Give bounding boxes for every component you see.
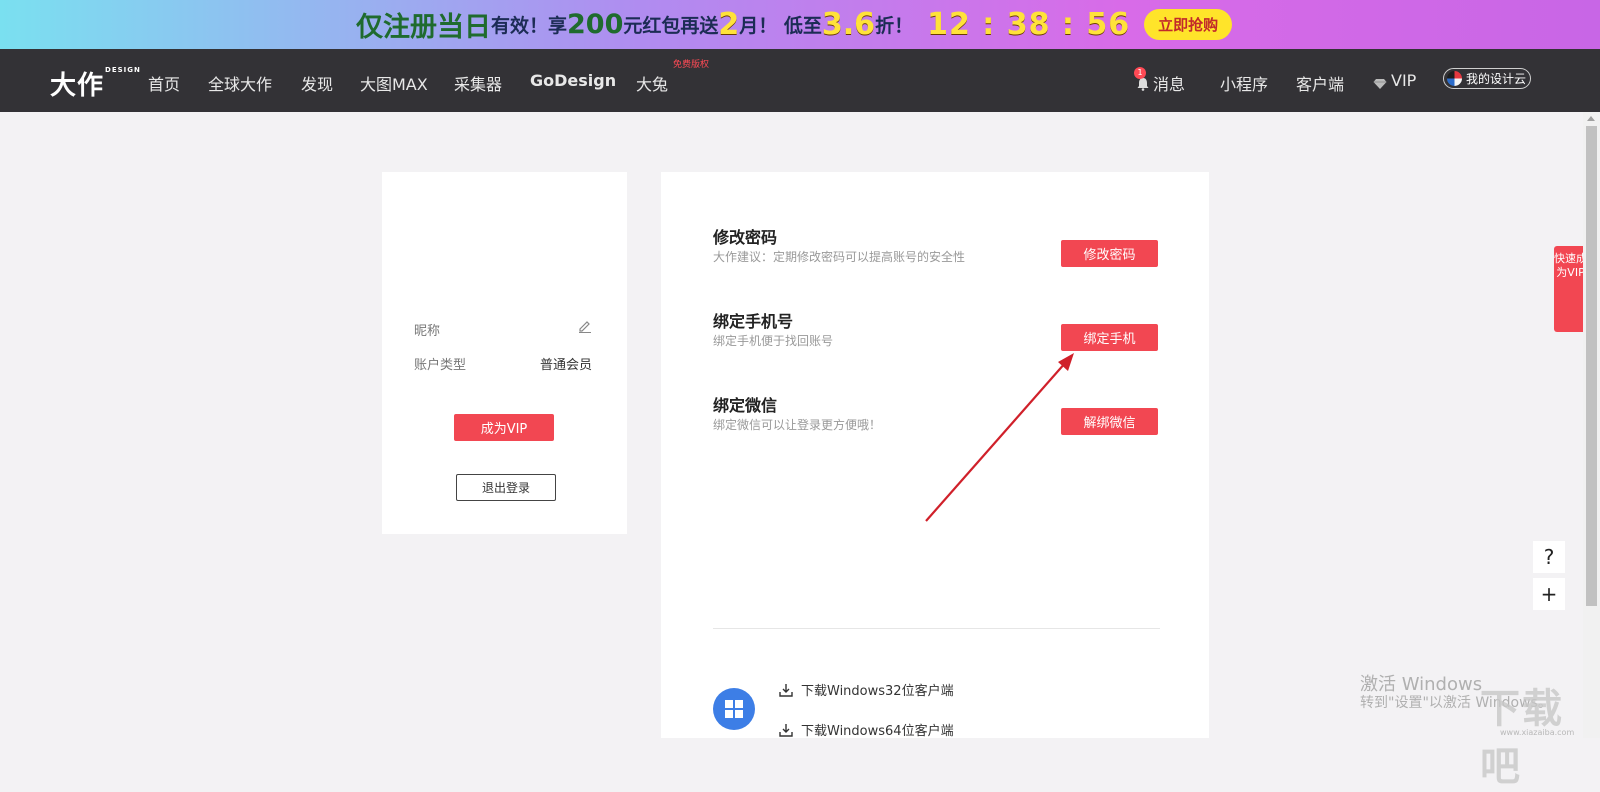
- free-copyright-tag: 免费版权: [672, 60, 709, 70]
- pencil-icon[interactable]: [578, 318, 592, 333]
- cloud-avatar-icon: [1447, 71, 1462, 86]
- nav-godesign[interactable]: GoDesign: [530, 71, 616, 90]
- download-icon: [779, 683, 793, 697]
- promo-part: 有效！享: [491, 14, 568, 37]
- download-win32-link[interactable]: 下载Windows32位客户端: [779, 680, 954, 699]
- promo-part: 月！ 低至: [739, 14, 822, 37]
- divider: [713, 628, 1160, 629]
- scroll-thumb[interactable]: [1586, 126, 1597, 606]
- scroll-up-icon[interactable]: [1587, 116, 1595, 121]
- site-watermark-url: www.xiazaiba.com: [1500, 728, 1575, 737]
- promo-part: 折！: [875, 14, 914, 37]
- countdown-timer: 12 : 38 : 56: [927, 6, 1131, 42]
- settings-card: 修改密码 大作建议：定期修改密码可以提高账号的安全性 修改密码 绑定手机号 绑定…: [661, 172, 1209, 739]
- logo-sup: DESIGN: [105, 66, 141, 75]
- promo-part: 元红包再送: [623, 14, 719, 37]
- unbind-wechat-button[interactable]: 解绑微信: [1061, 408, 1158, 435]
- nickname-label: 昵称: [414, 324, 441, 339]
- site-logo[interactable]: 大作DESIGN: [50, 65, 141, 102]
- bind-wechat-desc: 绑定微信可以让登录更方便哦！: [713, 418, 882, 432]
- nav-miniprogram[interactable]: 小程序: [1220, 71, 1268, 95]
- nav-bigmax[interactable]: 大图MAX: [360, 71, 428, 95]
- help-button[interactable]: ?: [1533, 541, 1565, 573]
- nav-global-works[interactable]: 全球大作: [208, 71, 272, 95]
- vip-label: VIP: [1391, 71, 1417, 90]
- change-password-button[interactable]: 修改密码: [1061, 240, 1158, 267]
- windows-icon: [713, 688, 755, 730]
- promo-part: 2: [718, 6, 740, 42]
- diamond-icon: [1373, 75, 1387, 89]
- logout-button[interactable]: 退出登录: [456, 474, 556, 501]
- promo-part: 3.6: [821, 6, 876, 42]
- promo-text: 仅注册当日 有效！享 200 元红包再送 2 月！ 低至 3.6 折！ 12 :…: [356, 4, 1233, 44]
- page-scrollbar[interactable]: [1583, 112, 1600, 738]
- nav-home[interactable]: 首页: [148, 71, 180, 95]
- nav-datu[interactable]: 大兔: [636, 71, 668, 95]
- bind-phone-desc: 绑定手机便于找回账号: [713, 334, 834, 348]
- change-password-title: 修改密码: [713, 228, 778, 247]
- top-navbar: 大作DESIGN 首页 全球大作 发现 大图MAX 采集器 GoDesign 大…: [0, 49, 1600, 112]
- logo-text: 大作: [50, 71, 105, 101]
- account-type-label: 账户类型: [414, 358, 467, 373]
- promo-part: 仅注册当日: [356, 11, 491, 43]
- download-win64-link[interactable]: 下载Windows64位客户端: [779, 720, 954, 739]
- profile-card: 昵称 账户类型 普通会员 成为VIP 退出登录: [382, 172, 627, 534]
- bind-wechat-title: 绑定微信: [713, 396, 778, 415]
- my-design-cloud-button[interactable]: 我的设计云: [1443, 68, 1531, 89]
- nav-collector[interactable]: 采集器: [454, 71, 502, 95]
- bind-phone-title: 绑定手机号: [713, 312, 794, 331]
- nav-client[interactable]: 客户端: [1296, 71, 1344, 95]
- promo-banner[interactable]: 仅注册当日 有效！享 200 元红包再送 2 月！ 低至 3.6 折！ 12 :…: [0, 0, 1600, 49]
- nav-discover[interactable]: 发现: [301, 71, 333, 95]
- bind-phone-button[interactable]: 绑定手机: [1061, 324, 1158, 351]
- nav-vip[interactable]: VIP: [1373, 71, 1416, 90]
- buy-now-button[interactable]: 立即抢购: [1144, 8, 1233, 40]
- plus-button[interactable]: +: [1533, 578, 1565, 610]
- promo-part: 200: [567, 8, 624, 40]
- cloud-label: 我的设计云: [1466, 72, 1527, 86]
- download-icon: [779, 723, 793, 737]
- message-count-badge: 1: [1134, 67, 1146, 79]
- download-win64-label: 下载Windows64位客户端: [801, 724, 954, 739]
- account-type-value: 普通会员: [540, 358, 593, 373]
- become-vip-button[interactable]: 成为VIP: [454, 414, 554, 441]
- messages-label: 消息: [1153, 75, 1186, 94]
- change-password-desc: 大作建议：定期修改密码可以提高账号的安全性: [713, 250, 966, 264]
- download-win32-label: 下载Windows32位客户端: [801, 684, 954, 699]
